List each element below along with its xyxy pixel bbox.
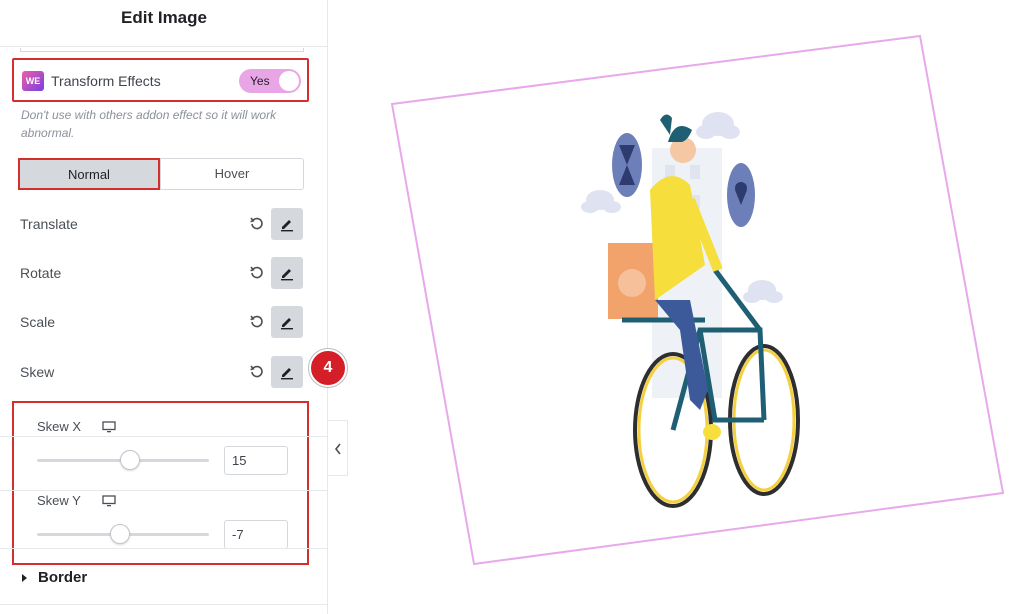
property-label: Rotate xyxy=(20,265,62,281)
step-badge: 4 xyxy=(309,349,347,387)
reset-icon[interactable] xyxy=(249,364,265,380)
delivery-box xyxy=(608,243,658,319)
property-row-translate: Translate xyxy=(20,208,310,240)
property-label: Skew xyxy=(20,364,55,380)
skew-x-label: Skew X xyxy=(37,419,82,434)
previous-section-edge xyxy=(20,48,304,52)
editor-panel: Edit Image WE Transform Effects Yes Don'… xyxy=(0,0,347,614)
pencil-icon xyxy=(281,318,293,330)
skew-x-slider-thumb[interactable] xyxy=(119,450,140,470)
state-tabs: Normal Hover xyxy=(18,158,304,190)
edit-button[interactable] xyxy=(271,356,303,388)
pencil-icon xyxy=(281,220,293,232)
edit-button[interactable] xyxy=(271,306,303,338)
reset-icon[interactable] xyxy=(249,314,265,330)
reset-icon[interactable] xyxy=(249,216,265,232)
toggle-value: Yes xyxy=(250,74,270,88)
toggle-knob xyxy=(279,71,299,91)
property-row-rotate: Rotate xyxy=(20,257,310,289)
transform-effects-toggle[interactable]: Yes xyxy=(239,69,301,93)
skew-popover: Skew X 15 Skew Y -7 xyxy=(12,401,309,565)
desktop-icon[interactable] xyxy=(102,421,116,433)
desktop-icon[interactable] xyxy=(102,495,116,507)
edit-button[interactable] xyxy=(271,208,303,240)
pencil-icon xyxy=(281,368,293,380)
divider xyxy=(0,548,328,549)
border-section-label: Border xyxy=(38,569,88,586)
tab-hover[interactable]: Hover xyxy=(160,158,304,190)
canvas-preview xyxy=(348,0,1024,614)
location-pin-icon xyxy=(727,163,755,227)
divider xyxy=(0,490,328,491)
divider xyxy=(0,46,328,47)
edit-button[interactable] xyxy=(271,257,303,289)
property-label: Translate xyxy=(20,216,78,232)
skew-y-label: Skew Y xyxy=(37,493,81,508)
divider xyxy=(0,604,328,605)
skew-x-input[interactable]: 15 xyxy=(224,446,288,475)
hourglass-icon xyxy=(612,133,642,197)
tab-normal[interactable]: Normal xyxy=(18,158,160,190)
pencil-icon xyxy=(281,269,293,281)
addon-logo-icon: WE xyxy=(22,71,44,91)
image-widget[interactable] xyxy=(348,0,1024,614)
chevron-left-icon xyxy=(334,443,341,455)
panel-title: Edit Image xyxy=(121,8,207,27)
property-row-scale: Scale xyxy=(20,306,310,338)
collapse-panel-button[interactable] xyxy=(328,420,348,476)
divider xyxy=(0,436,328,437)
property-row-skew: Skew xyxy=(20,356,310,388)
skew-y-input[interactable]: -7 xyxy=(224,520,288,549)
warning-note: Don't use with others addon effect so it… xyxy=(21,108,277,140)
caret-right-icon xyxy=(22,574,27,582)
property-label: Scale xyxy=(20,314,56,330)
transform-effects-label: Transform Effects xyxy=(51,73,161,89)
skew-y-slider-thumb[interactable] xyxy=(109,524,130,544)
reset-icon[interactable] xyxy=(249,265,265,281)
transform-effects-row: WE Transform Effects Yes xyxy=(12,58,309,102)
